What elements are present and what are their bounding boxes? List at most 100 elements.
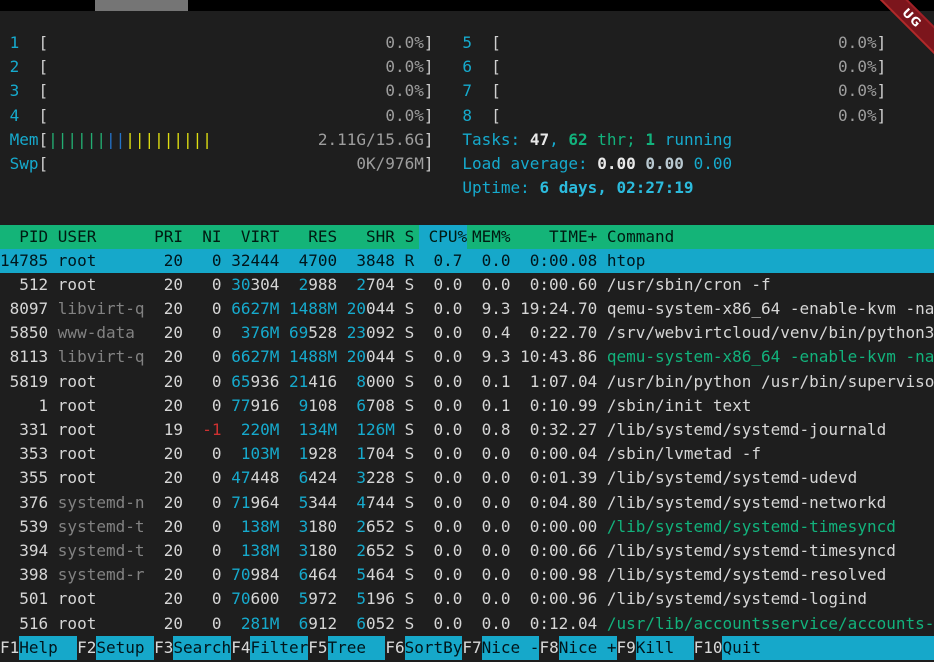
process-table-body: 14785root2003244447003848R0.70.00:00.08h…: [0, 249, 934, 636]
fkey-key: F7: [462, 636, 481, 660]
process-row[interactable]: 14785root2003244447003848R0.70.00:00.08h…: [0, 249, 934, 273]
mem-tasks-line: Mem[|||||||||||||||||2.11G/15.6G]Tasks: …: [0, 128, 934, 152]
cell-user: root: [58, 442, 154, 466]
memory-meter-open-bracket: [: [39, 128, 49, 152]
window-top-bar: [0, 0, 934, 11]
header-res[interactable]: RES: [289, 225, 337, 249]
process-row[interactable]: 353root200103M19281704S0.00.00:00.04/sbi…: [0, 442, 934, 466]
text-segment: 972: [308, 589, 337, 608]
process-row[interactable]: 398systemd-r2007098464645464S0.00.00:00.…: [0, 563, 934, 587]
cell-mem: 0.0: [472, 273, 511, 297]
cell-res: 1488M: [289, 297, 337, 321]
cell-shr: 6052: [347, 612, 395, 636]
cpu-meter-5-open-bracket: [: [491, 31, 501, 55]
text-segment: 0.00: [597, 154, 645, 173]
header-virt[interactable]: VIRT: [231, 225, 279, 249]
cell-user: root: [58, 370, 154, 394]
text-segment: 62: [568, 130, 587, 149]
cell-res: 5344: [289, 491, 337, 515]
cell-time: 10:43.86: [511, 345, 598, 369]
cell-mem: 0.0: [472, 249, 511, 273]
text-segment: 3: [356, 468, 366, 487]
fkey-f7[interactable]: F7Nice -: [462, 636, 539, 660]
cell-res: 69528: [289, 321, 337, 345]
header-state[interactable]: S: [405, 225, 415, 249]
cell-mem: 9.3: [472, 297, 511, 321]
cell-mem: 0.0: [472, 539, 511, 563]
process-table-header: PID USER PRI NI VIRT RES SHR S CPU% MEM%…: [0, 225, 934, 249]
cell-time: 0:12.04: [511, 612, 598, 636]
fkey-key: F6: [385, 636, 404, 660]
process-row[interactable]: 5819root20065936214168000S0.00.11:07.04/…: [0, 370, 934, 394]
process-row[interactable]: 8097libvirt-q2006627M1488M20044S0.09.319…: [0, 297, 934, 321]
cell-time: 0:00.96: [511, 587, 598, 611]
process-row[interactable]: 394systemd-t200138M31802652S0.00.00:00.6…: [0, 539, 934, 563]
fkey-f1[interactable]: F1Help: [0, 636, 77, 660]
cell-mem: 0.0: [472, 442, 511, 466]
cell-pri: 19: [154, 418, 183, 442]
header-ni[interactable]: NI: [193, 225, 222, 249]
text-segment: 3: [299, 541, 309, 560]
text-segment: 928: [308, 444, 337, 463]
header-mem[interactable]: MEM%: [472, 225, 511, 249]
swap-meter-label: Swp: [10, 152, 39, 176]
fkey-label: Help: [19, 636, 77, 660]
cell-cpu: 0.0: [424, 394, 463, 418]
cell-cpu: 0.7: [424, 249, 463, 273]
header-pid[interactable]: PID: [0, 225, 48, 249]
header-cpu-sorted[interactable]: CPU%: [419, 225, 467, 249]
text-segment: 180: [308, 517, 337, 536]
header-pri[interactable]: PRI: [154, 225, 183, 249]
fkey-f3[interactable]: F3Search: [154, 636, 231, 660]
process-row[interactable]: 501root2007060059725196S0.00.00:00.96/li…: [0, 587, 934, 611]
text-segment: 5: [299, 589, 309, 608]
text-segment: 2: [356, 517, 366, 536]
cell-cpu: 0.0: [424, 273, 463, 297]
cell-time: 19:24.70: [511, 297, 598, 321]
cpu-meter-line-4: 4[0.0%]8[0.0%]: [0, 104, 934, 128]
text-segment: running: [655, 130, 732, 149]
text-segment: 6: [299, 468, 309, 487]
cell-command: /sbin/init text: [607, 394, 752, 418]
cell-cpu: 0.0: [424, 466, 463, 490]
text-segment: 30: [231, 275, 250, 294]
text-segment: 6: [299, 565, 309, 584]
cell-res: 1928: [289, 442, 337, 466]
cell-time: 0:00.60: [511, 273, 598, 297]
process-row[interactable]: 355root2004744864243228S0.00.00:01.39/li…: [0, 466, 934, 490]
process-row[interactable]: 5850www-data200376M6952823092S0.00.40:22…: [0, 321, 934, 345]
fkey-f2[interactable]: F2Setup: [77, 636, 154, 660]
cell-pri: 20: [154, 515, 183, 539]
cell-user: libvirt-q: [58, 297, 154, 321]
process-row[interactable]: 516root200281M69126052S0.00.00:12.04/usr…: [0, 612, 934, 636]
cell-res: 4700: [289, 249, 337, 273]
header-user[interactable]: USER: [58, 225, 154, 249]
header-command[interactable]: Command: [607, 225, 674, 249]
function-key-bar: F1Help F2Setup F3SearchF4FilterF5Tree F6…: [0, 636, 934, 660]
header-shr[interactable]: SHR: [347, 225, 395, 249]
cell-shr: 5464: [347, 563, 395, 587]
cell-pri: 20: [154, 466, 183, 490]
cell-pid: 516: [0, 612, 48, 636]
swap-meter-close-bracket: ]: [424, 152, 434, 176]
cell-command: /lib/systemd/systemd-logind: [607, 587, 867, 611]
process-row[interactable]: 1root2007791691086708S0.00.10:10.99/sbin…: [0, 394, 934, 418]
fkey-f6[interactable]: F6SortBy: [385, 636, 462, 660]
process-row[interactable]: 376systemd-n2007196453444744S0.00.00:04.…: [0, 491, 934, 515]
text-segment: Uptime:: [462, 178, 539, 197]
process-row[interactable]: 512root2003030429882704S0.00.00:00.60/us…: [0, 273, 934, 297]
process-row[interactable]: 331root19-1220M134M126MS0.00.80:32.27/li…: [0, 418, 934, 442]
fkey-f10[interactable]: F10Quit: [694, 636, 934, 660]
text-segment: 052: [366, 614, 395, 633]
uptime: Uptime: 6 days, 02:27:19: [462, 176, 693, 200]
cell-pri: 20: [154, 249, 183, 273]
cell-shr: 4744: [347, 491, 395, 515]
process-row[interactable]: 539systemd-t200138M31802652S0.00.00:00.0…: [0, 515, 934, 539]
fkey-f9[interactable]: F9Kill: [617, 636, 694, 660]
fkey-f5[interactable]: F5Tree: [308, 636, 385, 660]
fkey-f4[interactable]: F4Filter: [231, 636, 308, 660]
header-time[interactable]: TIME+: [511, 225, 598, 249]
fkey-f8[interactable]: F8Nice +: [539, 636, 616, 660]
text-segment: 20: [347, 347, 366, 366]
process-row[interactable]: 8113libvirt-q2006627M1488M20044S0.09.310…: [0, 345, 934, 369]
